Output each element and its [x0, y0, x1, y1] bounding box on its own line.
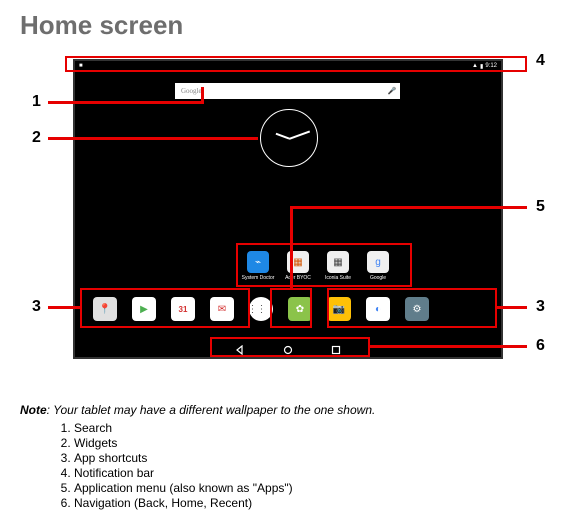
callout-3-number-left: 3 [32, 298, 41, 316]
callout-3-number-right: 3 [536, 298, 545, 316]
callout-3-right-box [327, 288, 497, 328]
callout-2-number: 2 [32, 129, 41, 147]
callout-6-number: 6 [536, 337, 545, 355]
legend-item-1: Search [74, 421, 544, 436]
clock-widget[interactable] [260, 109, 318, 167]
leader-1 [48, 101, 203, 104]
legend-item-4: Notification bar [74, 466, 544, 481]
legend-item-3: App shortcuts [74, 451, 544, 466]
callout-5-box [270, 288, 312, 328]
callout-5-number: 5 [536, 198, 545, 216]
leader-3r [497, 306, 527, 309]
leader-3l [48, 306, 80, 309]
legend-item-5: Application menu (also known as "Apps") [74, 481, 544, 496]
callout-3-left-box [80, 288, 250, 328]
mic-icon[interactable]: 🎤 [384, 87, 400, 95]
homescreen-figure: ■ ▲ ▮ 9:12 Google 🎤 ⌁ System Doctor ▦ Ac… [20, 59, 540, 389]
note-text: Note: Your tablet may have a different w… [20, 403, 544, 417]
leader-5h [290, 206, 527, 209]
callout-4-number: 4 [536, 52, 545, 70]
legend-list: Search Widgets App shortcuts Notificatio… [56, 421, 544, 511]
leader-2 [48, 137, 258, 140]
note-body: : Your tablet may have a different wallp… [47, 403, 376, 417]
note-label: Note [20, 403, 47, 417]
page-title: Home screen [20, 10, 544, 41]
callout-6-box [210, 337, 370, 357]
search-input[interactable]: Google 🎤 [175, 83, 400, 99]
callout-1-number: 1 [32, 93, 41, 111]
leader-6 [370, 345, 527, 348]
callout-4-box [65, 56, 527, 72]
callout-folders-box [236, 243, 412, 287]
leader-1v [201, 87, 204, 104]
legend-item-2: Widgets [74, 436, 544, 451]
